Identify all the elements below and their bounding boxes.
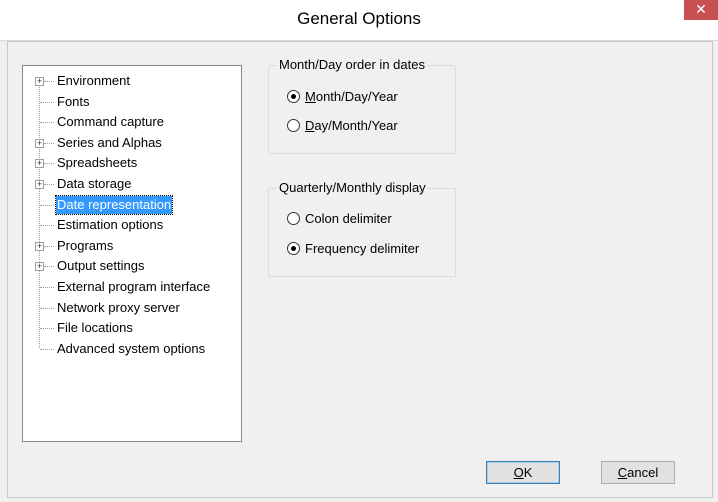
tree-connector	[40, 348, 54, 350]
radio-colon-delimiter-label: Colon delimiter	[305, 211, 392, 226]
radio-colon-delimiter-indicator[interactable]	[287, 212, 300, 225]
expand-icon[interactable]: +	[35, 138, 44, 148]
tree-connector	[44, 266, 54, 268]
tree-item-label: Programs	[57, 237, 114, 253]
tree-connector	[40, 225, 54, 227]
tree-item-label: Fonts	[57, 93, 90, 109]
options-tree[interactable]: + Environment Fonts Command capture + Series …	[22, 65, 242, 442]
tree-item-spreadsheets[interactable]: + Spreadsheets	[23, 154, 239, 172]
expand-icon[interactable]: +	[35, 159, 44, 169]
expand-icon[interactable]: +	[35, 180, 44, 189]
window-title: General Options	[297, 9, 421, 28]
tree-item-series-and-alphas[interactable]: + Series and Alphas	[23, 134, 239, 152]
tree-connector	[44, 81, 54, 82]
title-bar: General Options ✕	[0, 0, 718, 41]
tree-item-label: Data storage	[57, 176, 132, 191]
expand-icon[interactable]: +	[35, 77, 44, 86]
close-button[interactable]: ✕	[684, 0, 718, 20]
tree-item-label: Series and Alphas	[57, 134, 162, 150]
radio-month-day-year-indicator[interactable]	[287, 90, 300, 103]
tree-item-external-program-interface[interactable]: External program interface	[23, 278, 239, 296]
radio-colon-delimiter[interactable]: Colon delimiter	[287, 209, 437, 229]
tree-connector	[40, 307, 54, 309]
tree-connector	[44, 142, 54, 144]
ok-button[interactable]: OK	[486, 461, 560, 484]
tree-item-label: Command capture	[57, 114, 164, 130]
radio-month-day-year[interactable]: Month/Day/Year	[287, 87, 437, 107]
tree-item-data-storage[interactable]: + Data storage	[23, 175, 239, 193]
display-group-title: Quarterly/Monthly display	[277, 180, 428, 195]
tree-connector	[44, 245, 54, 247]
tree-connector	[40, 122, 54, 124]
radio-day-month-year-indicator[interactable]	[287, 119, 300, 132]
cancel-button[interactable]: Cancel	[601, 461, 675, 484]
radio-day-month-year-label: Day/Month/Year	[305, 118, 398, 133]
radio-frequency-delimiter[interactable]: Frequency delimiter	[287, 239, 447, 259]
tree-connector	[40, 204, 54, 206]
tree-item-label: External program interface	[57, 279, 211, 294]
radio-month-day-year-label: Month/Day/Year	[305, 89, 398, 104]
expand-icon[interactable]: +	[35, 241, 44, 251]
tree-item-label: File locations	[57, 320, 133, 336]
tree-item-fonts[interactable]: Fonts	[23, 93, 239, 111]
date-order-group-title: Month/Day order in dates	[277, 57, 427, 72]
tree-item-date-representation[interactable]: Date representation	[23, 194, 239, 215]
radio-day-month-year[interactable]: Day/Month/Year	[287, 116, 437, 136]
radio-frequency-delimiter-indicator[interactable]	[287, 242, 300, 255]
tree-item-environment[interactable]: + Environment	[23, 72, 239, 90]
tree-item-file-locations[interactable]: File locations	[23, 319, 239, 337]
display-group: Quarterly/Monthly display Colon delimite…	[268, 180, 456, 277]
tree-connector	[44, 163, 54, 165]
tree-item-programs[interactable]: + Programs	[23, 237, 239, 255]
tree-item-label: Advanced system options	[57, 340, 206, 356]
tree-connector	[40, 287, 54, 288]
tree-item-label: Environment	[57, 73, 130, 88]
radio-frequency-delimiter-label: Frequency delimiter	[305, 241, 420, 256]
tree-item-advanced-system-options[interactable]: Advanced system options	[23, 340, 239, 358]
date-order-group: Month/Day order in dates Month/Day/Year …	[268, 57, 456, 154]
expand-icon[interactable]: +	[35, 262, 44, 272]
tree-item-label: Output settings	[57, 258, 145, 274]
tree-item-command-capture[interactable]: Command capture	[23, 113, 239, 131]
tree-connector	[40, 101, 54, 103]
tree-item-output-settings[interactable]: + Output settings	[23, 257, 239, 275]
close-icon: ✕	[695, 1, 707, 17]
tree-item-estimation-options[interactable]: Estimation options	[23, 216, 239, 234]
tree-item-label: Estimation options	[57, 217, 164, 233]
tree-connector	[40, 328, 54, 330]
tree-item-network-proxy-server[interactable]: Network proxy server	[23, 299, 239, 317]
tree-connector	[44, 184, 54, 185]
tree-item-label: Network proxy server	[57, 299, 180, 315]
tree-item-label: Date representation	[54, 194, 174, 215]
tree-item-label: Spreadsheets	[57, 155, 138, 171]
